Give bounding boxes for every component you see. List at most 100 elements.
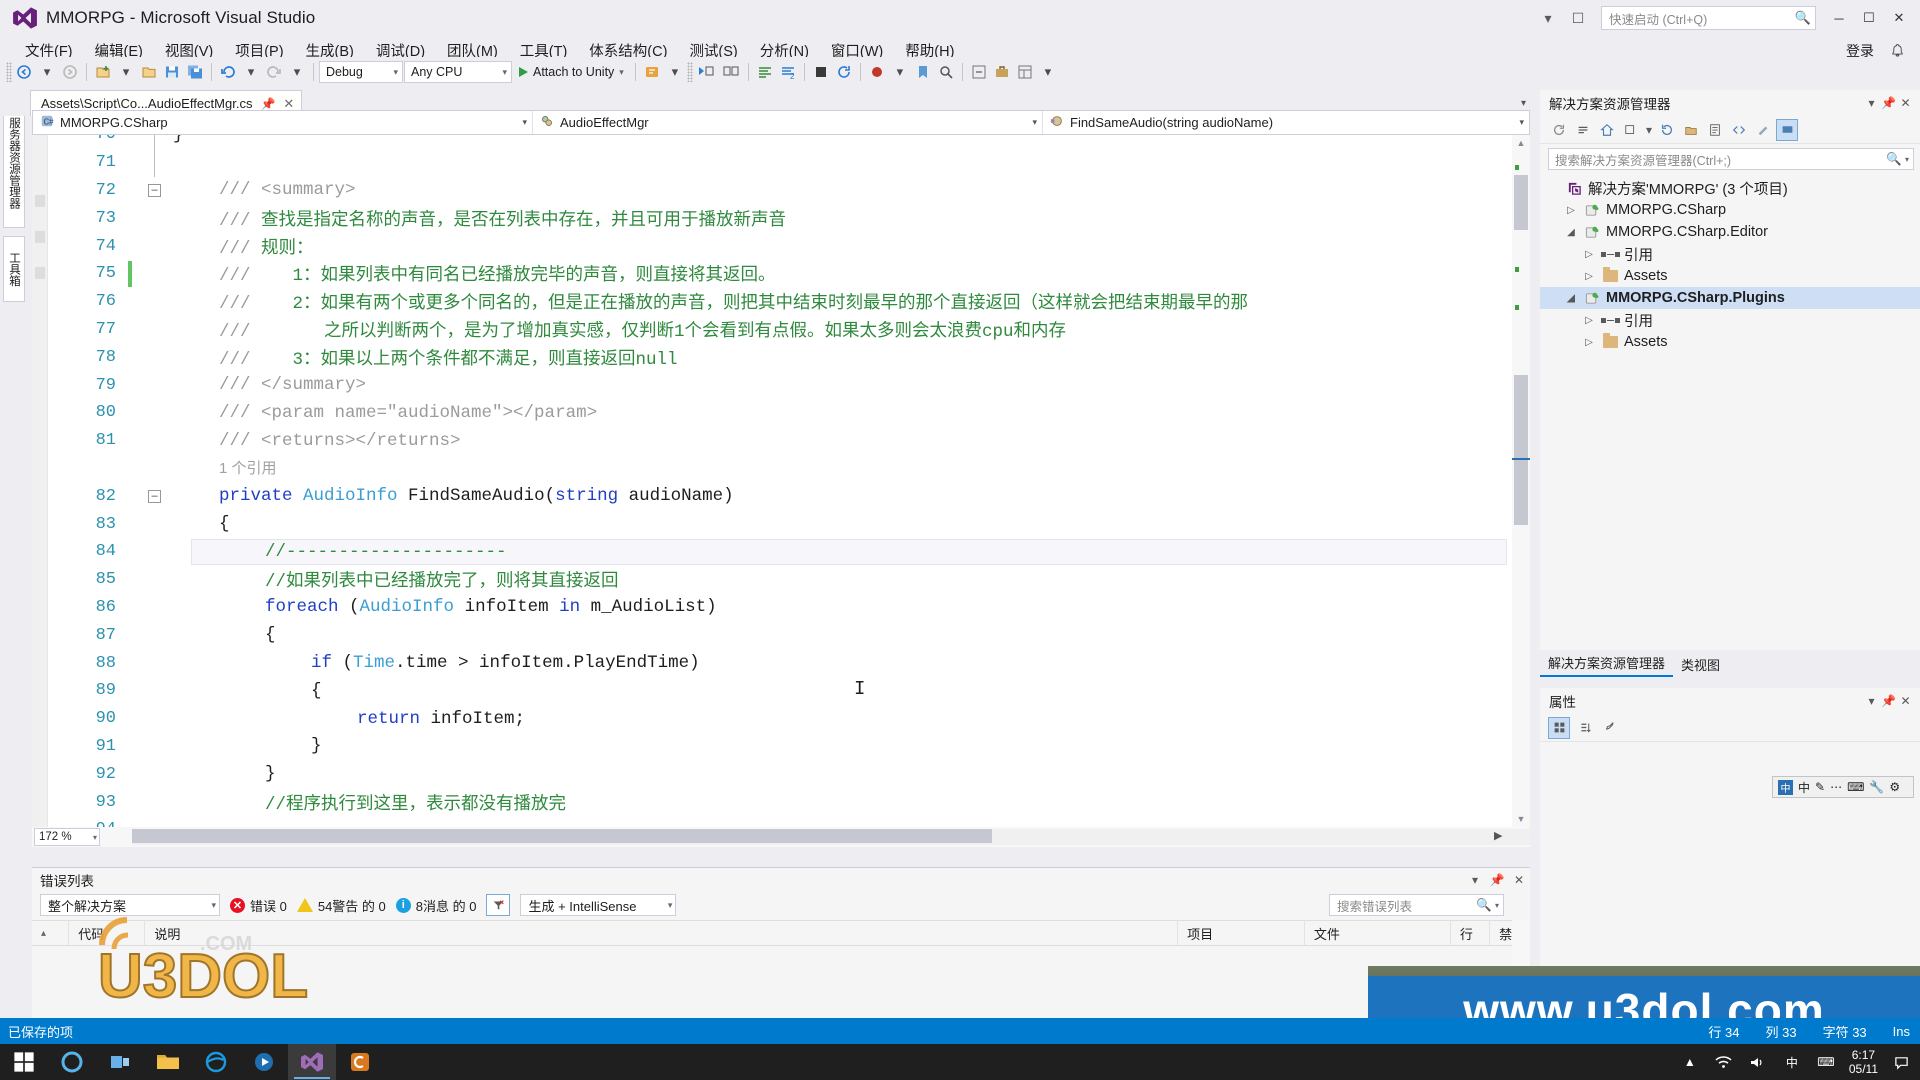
code-line[interactable]: 89{ [48, 677, 1512, 705]
code-line[interactable]: 86foreach (AudioInfo infoItem in m_Audio… [48, 594, 1512, 622]
server-explorer-tab[interactable]: 服务器资源管理器 [3, 98, 25, 228]
code-line[interactable]: 90return infoItem; [48, 705, 1512, 733]
collapse-outline-icon[interactable]: – [148, 184, 161, 197]
code-line[interactable]: 94 [48, 816, 1512, 827]
home-icon[interactable] [1596, 119, 1618, 141]
chevron-down-icon[interactable]: ▾ [1905, 155, 1909, 164]
horizontal-scrollbar-thumb[interactable] [132, 829, 992, 843]
solution-configuration-select[interactable]: Debug ▾ [319, 61, 403, 83]
code-line[interactable]: 83{ [48, 510, 1512, 538]
preview-selected-items-icon[interactable] [1776, 119, 1798, 141]
error-column-header-1[interactable]: 代码 [69, 920, 145, 946]
media-player-icon[interactable] [240, 1044, 288, 1080]
build-filter-select[interactable]: 生成 + IntelliSense ▾ [520, 894, 676, 916]
hot-reload-dropdown-icon[interactable]: ▾ [664, 60, 686, 84]
close-button[interactable]: ✕ [1884, 5, 1914, 31]
code-line[interactable]: 88if (Time.time > infoItem.PlayEndTime) [48, 649, 1512, 677]
chevron-down-icon[interactable]: ▾ [1863, 692, 1880, 710]
pen-icon[interactable]: ✎ [1815, 780, 1825, 794]
navbar-project-select[interactable]: C# MMORPG.CSharp ▾ [33, 111, 533, 134]
code-line[interactable]: 91} [48, 733, 1512, 761]
redo-icon[interactable] [263, 60, 285, 84]
error-column-header-5[interactable]: 行 [1451, 920, 1490, 946]
code-view-icon[interactable] [1728, 119, 1750, 141]
ime-toolbar[interactable]: 中 中 ✎ ⋯ ⌨ 🔧 ⚙ [1772, 776, 1914, 798]
tree-item-1[interactable]: ▷MMORPG.CSharp [1540, 199, 1920, 221]
ime-logo-icon[interactable]: 中 [1778, 780, 1793, 795]
properties-window-icon[interactable] [1014, 60, 1036, 84]
error-scope-select[interactable]: 整个解决方案 ▾ [40, 894, 220, 916]
chevron-down-icon[interactable]: ▾ [1521, 98, 1526, 109]
network-icon[interactable] [1713, 1051, 1735, 1073]
ime-mode-label[interactable]: 中 [1798, 779, 1810, 796]
show-hidden-icons-icon[interactable]: ▲ [1679, 1051, 1701, 1073]
save-icon[interactable] [161, 60, 183, 84]
navbar-member-select[interactable]: FindSameAudio(string audioName) ▾ [1043, 111, 1529, 134]
error-list-search-input[interactable]: 搜索错误列表 🔍 ▾ [1329, 894, 1504, 916]
uncomment-selection-icon[interactable]: 2 [777, 60, 799, 84]
scrollbar-thumb-top[interactable] [1514, 175, 1528, 230]
solution-explorer-search-input[interactable]: 搜索解决方案资源管理器(Ctrl+;) 🔍 ▾ [1548, 148, 1914, 170]
task-view-icon[interactable] [96, 1044, 144, 1080]
tree-item-5[interactable]: ◢MMORPG.CSharp.Plugins [1540, 287, 1920, 309]
code-line[interactable]: 72–/// <summary> [48, 177, 1512, 205]
solution-panel-tab-1[interactable]: 类视图 [1673, 653, 1728, 677]
zoom-level-select[interactable]: 172 % ▾ [34, 828, 100, 846]
internet-explorer-icon[interactable] [192, 1044, 240, 1080]
code-line[interactable]: 76/// 2：如果有两个或更多个同名的，但是正在播放的声音，则把其中结束时刻最… [48, 288, 1512, 316]
pin-icon[interactable]: 📌 [1880, 692, 1897, 710]
chevron-down-icon[interactable]: ▾ [1863, 94, 1880, 112]
pin-icon[interactable]: 📌 [1486, 869, 1508, 891]
alphabetical-icon[interactable] [1574, 717, 1596, 739]
code-line[interactable]: 70} [48, 135, 1512, 149]
outline-icon[interactable] [968, 60, 990, 84]
code-text-area[interactable]: 70}7172–/// <summary>73/// 查找是指定名称的声音，是否… [48, 135, 1512, 827]
error-column-header-2[interactable]: 说明 [145, 920, 1178, 946]
code-line[interactable]: 1 个引用 [48, 455, 1512, 483]
breakpoint-dropdown-icon[interactable]: ▾ [889, 60, 911, 84]
windows-start-icon[interactable] [0, 1044, 48, 1080]
code-line[interactable]: 71 [48, 149, 1512, 177]
new-project-icon[interactable] [92, 60, 114, 84]
code-line[interactable]: 84//--------------------- [48, 538, 1512, 566]
scroll-right-icon[interactable]: ▶ [1494, 829, 1508, 843]
chevron-down-icon[interactable]: ▾ [1495, 901, 1499, 910]
designer-view-icon[interactable] [1752, 119, 1774, 141]
save-all-icon[interactable] [184, 60, 206, 84]
minimize-button[interactable]: ─ [1824, 5, 1854, 31]
solution-tree[interactable]: 解决方案'MMORPG' (3 个项目)▷MMORPG.CSharp ◢MMORP… [1540, 174, 1920, 353]
toolbar-grip[interactable] [687, 62, 693, 82]
stop-icon[interactable] [810, 60, 832, 84]
solution-panel-tab-0[interactable]: 解决方案资源管理器 [1540, 651, 1673, 677]
code-line[interactable]: 80/// <param name="audioName"></param> [48, 399, 1512, 427]
close-icon[interactable]: ✕ [1508, 869, 1530, 891]
properties-icon[interactable] [1704, 119, 1726, 141]
code-line[interactable]: 73/// 查找是指定名称的声音，是否在列表中存在，并且可用于播放新声音 [48, 204, 1512, 232]
scroll-up-icon[interactable]: ▲ [1512, 135, 1530, 151]
collapse-all-icon[interactable] [1572, 119, 1594, 141]
tree-item-3[interactable]: ▷引用 [1540, 243, 1920, 265]
code-line[interactable]: 85//如果列表中已经播放完了，则将其直接返回 [48, 566, 1512, 594]
tree-item-7[interactable]: ▷Assets [1540, 331, 1920, 353]
code-line[interactable]: 75/// 1：如果列表中有同名已经播放完毕的声音，则直接将其返回。 [48, 260, 1512, 288]
collapse-outline-icon[interactable]: – [148, 490, 161, 503]
hot-reload-icon[interactable] [641, 60, 663, 84]
cortana-icon[interactable] [48, 1044, 96, 1080]
new-project-dropdown-icon[interactable]: ▾ [115, 60, 137, 84]
navigate-backward-icon[interactable] [13, 60, 35, 84]
chevron-expanded-icon[interactable]: ◢ [1564, 227, 1578, 238]
code-line[interactable]: 87{ [48, 621, 1512, 649]
tree-item-0[interactable]: 解决方案'MMORPG' (3 个项目) [1540, 177, 1920, 199]
taskbar-clock[interactable]: 6:17 05/11 [1849, 1048, 1878, 1076]
step-into-icon[interactable] [694, 60, 718, 84]
code-line[interactable]: 74/// 规则： [48, 232, 1512, 260]
close-icon[interactable]: ✕ [1897, 692, 1914, 710]
keyboard-icon[interactable]: ⌨ [1847, 780, 1864, 794]
tools-icon[interactable]: 🔧 [1869, 780, 1884, 794]
step-over-icon[interactable] [719, 60, 743, 84]
chevron-collapsed-icon[interactable]: ▷ [1582, 271, 1596, 282]
chevron-expanded-icon[interactable]: ◢ [1564, 293, 1578, 304]
chevron-collapsed-icon[interactable]: ▷ [1582, 249, 1596, 260]
filter-clear-icon[interactable] [486, 894, 510, 916]
attach-to-unity-button[interactable]: Attach to Unity ▾ [513, 61, 630, 83]
